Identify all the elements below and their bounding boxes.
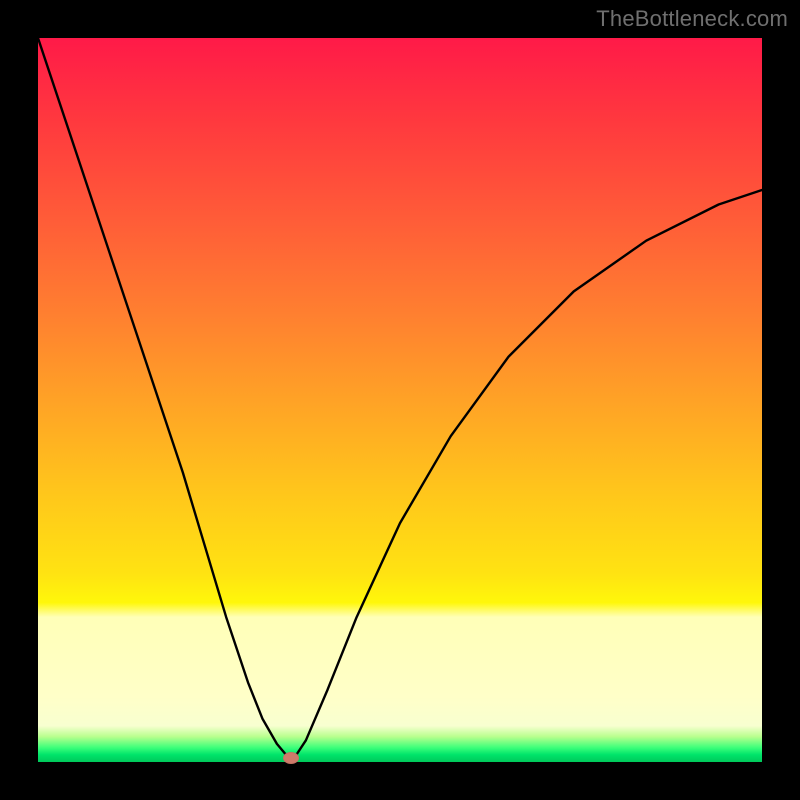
- bottleneck-curve: [38, 38, 762, 762]
- chart-frame: TheBottleneck.com: [0, 0, 800, 800]
- bottleneck-point-marker: [283, 752, 299, 764]
- plot-area: [38, 38, 762, 762]
- watermark-text: TheBottleneck.com: [596, 6, 788, 32]
